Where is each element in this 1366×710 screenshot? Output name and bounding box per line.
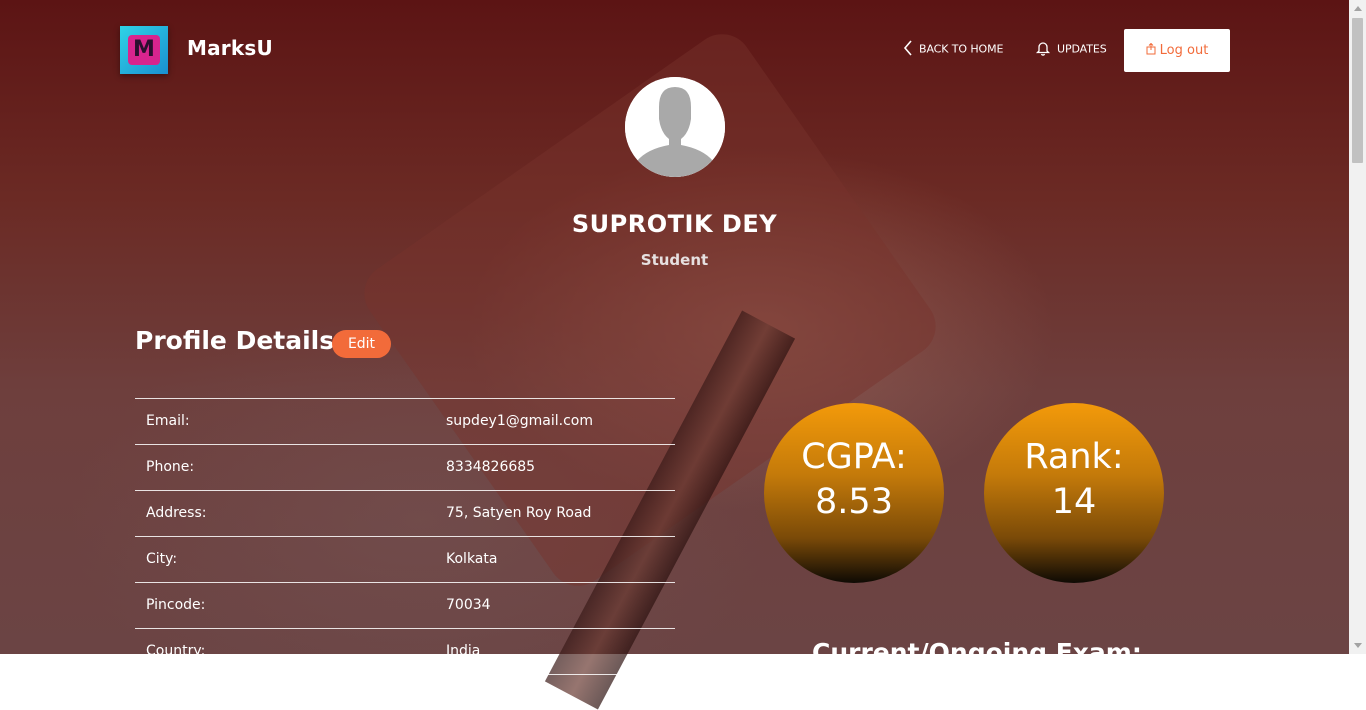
cgpa-label: CGPA: — [801, 437, 907, 477]
table-row: City: Kolkata — [135, 537, 675, 583]
profile-role: Student — [640, 251, 709, 269]
row-value: supdey1@gmail.com — [446, 413, 593, 429]
row-value: 70034 — [446, 597, 491, 613]
current-exam-title: Current/Ongoing Exam: — [812, 638, 1142, 667]
updates-label: UPDATES — [1057, 42, 1107, 56]
row-value: Kolkata — [446, 551, 498, 567]
table-row: Pincode: 70034 — [135, 583, 675, 629]
cgpa-circle: CGPA: 8.53 — [764, 403, 944, 583]
bell-icon — [1035, 40, 1051, 59]
scroll-down-icon[interactable] — [1354, 643, 1362, 648]
rank-label: Rank: — [1024, 437, 1124, 477]
table-row: Country: India — [135, 629, 675, 675]
logout-button[interactable]: Log out — [1124, 29, 1230, 72]
brand-name[interactable]: MarksU — [187, 36, 273, 60]
rank-value: 14 — [1051, 482, 1097, 522]
logout-label: Log out — [1159, 43, 1209, 58]
logo-letter: M — [128, 35, 160, 65]
row-value: India — [446, 643, 481, 659]
row-key: Email: — [146, 413, 190, 429]
profile-details-title: Profile Details — [135, 326, 335, 355]
profile-details-table: Email: supdey1@gmail.com Phone: 83348266… — [135, 398, 675, 675]
chevron-left-icon — [903, 40, 913, 59]
cgpa-value: 8.53 — [815, 482, 893, 522]
table-row: Phone: 8334826685 — [135, 445, 675, 491]
logout-icon — [1146, 30, 1156, 73]
app-logo[interactable]: M — [120, 26, 168, 74]
table-row: Address: 75, Satyen Roy Road — [135, 491, 675, 537]
scrollbar-thumb[interactable] — [1352, 18, 1363, 163]
rank-circle: Rank: 14 — [984, 403, 1164, 583]
page-scrollbar[interactable] — [1349, 0, 1366, 654]
scroll-up-icon[interactable] — [1354, 6, 1362, 11]
profile-name: SUPROTIK DEY — [571, 210, 778, 238]
avatar[interactable] — [625, 77, 725, 177]
row-key: Pincode: — [146, 597, 206, 613]
row-value: 8334826685 — [446, 459, 536, 475]
row-key: City: — [146, 551, 178, 567]
back-to-home-link[interactable]: BACK TO HOME — [903, 40, 1003, 59]
row-key: Country: — [146, 643, 206, 659]
person-silhouette-icon — [625, 77, 725, 177]
row-key: Phone: — [146, 459, 195, 475]
updates-link[interactable]: UPDATES — [1035, 40, 1107, 59]
row-value: 75, Satyen Roy Road — [446, 505, 592, 521]
back-to-home-label: BACK TO HOME — [919, 42, 1004, 56]
table-row: Email: supdey1@gmail.com — [135, 399, 675, 445]
row-key: Address: — [146, 505, 207, 521]
edit-button[interactable]: Edit — [332, 330, 391, 358]
